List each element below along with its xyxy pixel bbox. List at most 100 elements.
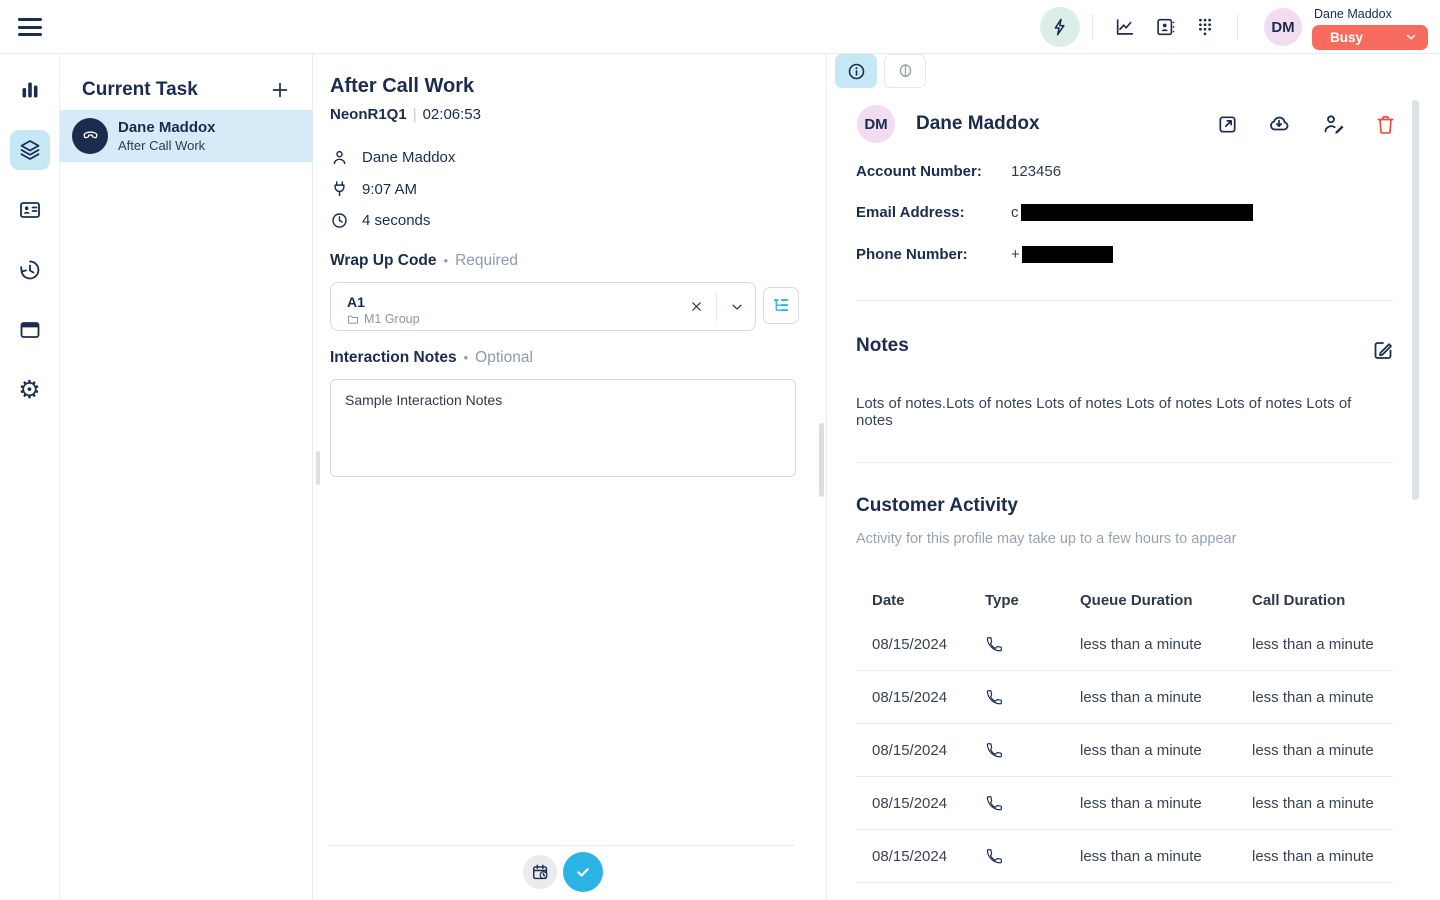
cell-call-duration: less than a minute xyxy=(1252,742,1393,759)
clear-selection-button[interactable] xyxy=(683,293,710,320)
dialpad-icon xyxy=(1194,16,1216,38)
cell-type xyxy=(985,741,1080,760)
phone-icon xyxy=(985,741,1080,760)
task-list-scrollbar[interactable] xyxy=(316,451,320,485)
table-row: 08/15/2024less than a minuteless than a … xyxy=(856,830,1393,883)
interaction-notes-input[interactable]: Sample Interaction Notes xyxy=(330,379,796,477)
cell-queue-duration: less than a minute xyxy=(1080,636,1252,653)
queue-name: NeonR1Q1 xyxy=(330,106,407,123)
panel-title: Current Task xyxy=(82,79,198,101)
dialpad-button[interactable] xyxy=(1185,7,1225,47)
person-icon xyxy=(330,148,349,167)
bar-chart-icon xyxy=(18,78,42,102)
interactions-button[interactable] xyxy=(1040,7,1080,47)
profile-name: Dane Maddox xyxy=(916,113,1040,135)
hamburger-menu-button[interactable] xyxy=(18,16,42,38)
contact-card-icon xyxy=(1154,16,1176,38)
customer-profile-panel: DM Dane Maddox Account Number: 123456 Em… xyxy=(827,54,1440,900)
sidebar-item-browser[interactable] xyxy=(10,310,50,350)
footer-divider xyxy=(330,845,795,846)
person-edit-icon xyxy=(1322,112,1346,136)
topbar-divider xyxy=(1092,14,1093,40)
open-in-new-button[interactable] xyxy=(1214,111,1240,137)
cell-queue-duration: less than a minute xyxy=(1080,848,1252,865)
tab-insights[interactable] xyxy=(884,54,926,88)
col-call-duration: Call Duration xyxy=(1252,592,1393,609)
col-date: Date xyxy=(872,592,985,609)
interaction-notes-label: Interaction Notes•Optional xyxy=(330,349,533,367)
cell-type xyxy=(985,794,1080,813)
cell-queue-duration: less than a minute xyxy=(1080,795,1252,812)
download-profile-button[interactable] xyxy=(1266,111,1292,137)
left-sidebar: ⚙ xyxy=(0,54,60,900)
panel-scrollbar[interactable] xyxy=(819,423,824,497)
contacts-button[interactable] xyxy=(1145,7,1185,47)
sidebar-item-settings[interactable]: ⚙ xyxy=(10,370,50,410)
sidebar-item-contacts[interactable] xyxy=(10,190,50,230)
schedule-callback-button[interactable] xyxy=(523,855,557,889)
phone-row: Phone Number: + xyxy=(856,246,1416,263)
add-task-button[interactable] xyxy=(266,76,294,104)
status-label: Busy xyxy=(1330,30,1363,45)
email-value: c xyxy=(1011,204,1019,221)
call-avatar xyxy=(72,118,108,154)
calendar-clock-icon xyxy=(531,863,550,882)
wrap-up-code-select[interactable]: A1 M1 Group xyxy=(330,282,756,331)
cell-date: 08/15/2024 xyxy=(872,848,985,865)
chevron-down-icon xyxy=(1404,30,1418,44)
top-bar: DM Dane Maddox Busy xyxy=(0,0,1440,54)
cell-type xyxy=(985,847,1080,866)
phone-handset-icon xyxy=(81,127,100,146)
brain-icon xyxy=(895,61,916,82)
trash-icon xyxy=(1374,113,1397,136)
sidebar-item-history[interactable] xyxy=(10,250,50,290)
sidebar-item-reports[interactable] xyxy=(10,70,50,110)
sidebar-item-interactions[interactable] xyxy=(10,130,50,170)
task-list-item[interactable]: Dane Maddox After Call Work xyxy=(60,110,313,162)
phone-icon xyxy=(985,688,1080,707)
field-label: Account Number: xyxy=(856,163,1011,180)
status-dropdown[interactable]: Busy xyxy=(1312,25,1428,50)
profile-scrollbar[interactable] xyxy=(1412,100,1419,500)
plug-icon xyxy=(330,180,349,199)
open-in-new-icon xyxy=(1216,113,1239,136)
table-header: Date Type Queue Duration Call Duration xyxy=(856,582,1393,618)
activity-rows: 08/15/2024less than a minuteless than a … xyxy=(856,618,1393,883)
table-row: 08/15/2024less than a minuteless than a … xyxy=(856,618,1393,671)
table-row: 08/15/2024less than a minuteless than a … xyxy=(856,777,1393,830)
browse-codes-tree-button[interactable] xyxy=(763,287,799,324)
selected-wrapup-group: M1 Group xyxy=(364,312,420,326)
open-dropdown-button[interactable] xyxy=(723,293,755,321)
cell-queue-duration: less than a minute xyxy=(1080,689,1252,706)
cell-date: 08/15/2024 xyxy=(872,742,985,759)
performance-button[interactable] xyxy=(1105,7,1145,47)
notes-title: Notes xyxy=(856,335,909,357)
start-time: 9:07 AM xyxy=(362,181,417,198)
phone-icon xyxy=(985,794,1080,813)
info-icon xyxy=(846,61,867,82)
topbar-divider xyxy=(1237,14,1238,40)
tab-profile-info[interactable] xyxy=(835,54,877,88)
id-card-icon xyxy=(18,198,42,222)
edit-notes-button[interactable] xyxy=(1371,337,1397,363)
current-task-panel: Current Task Dane Maddox After Call Work xyxy=(60,54,313,900)
edit-note-icon xyxy=(1371,338,1397,362)
cell-type xyxy=(985,635,1080,654)
phone-value: + xyxy=(1011,246,1020,263)
folder-icon xyxy=(347,313,359,325)
email-row: Email Address: c xyxy=(856,204,1416,221)
layers-icon xyxy=(18,138,42,162)
section-divider xyxy=(856,462,1393,463)
cell-date: 08/15/2024 xyxy=(872,689,985,706)
delete-contact-button[interactable] xyxy=(1372,111,1398,137)
after-call-work-panel: After Call Work NeonR1Q1|02:06:53 Dane M… xyxy=(313,54,827,900)
user-avatar[interactable]: DM xyxy=(1264,8,1302,46)
task-state: After Call Work xyxy=(118,138,216,153)
edit-contact-button[interactable] xyxy=(1321,111,1347,137)
cell-queue-duration: less than a minute xyxy=(1080,742,1252,759)
field-label: Email Address: xyxy=(856,204,1011,221)
queue-and-timer: NeonR1Q1|02:06:53 xyxy=(330,106,481,123)
complete-task-button[interactable] xyxy=(563,852,603,892)
phone-icon xyxy=(985,847,1080,866)
tree-list-icon xyxy=(771,296,791,316)
